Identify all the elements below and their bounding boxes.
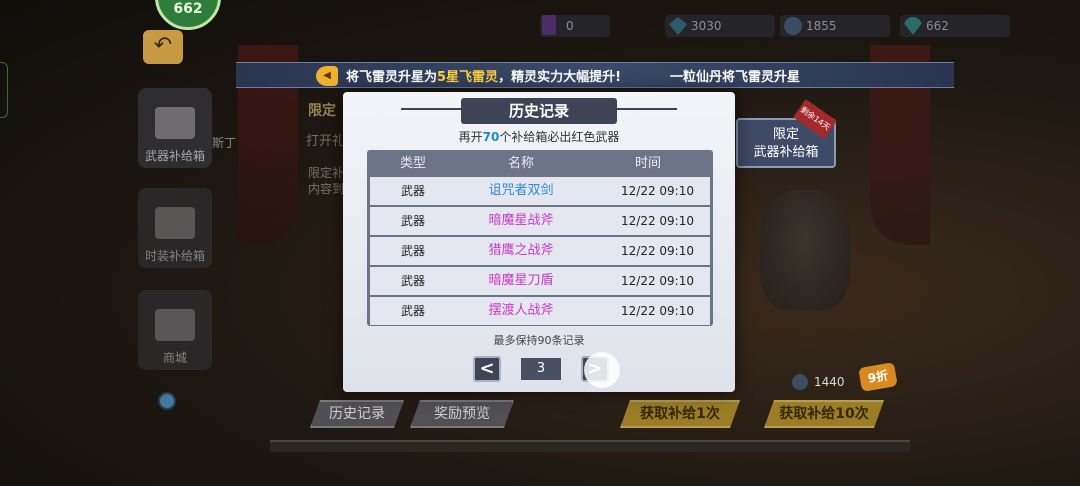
bg-subtitle: 打开礼 xyxy=(306,134,346,149)
header-decoration-left xyxy=(401,108,461,110)
announcement-banner: ◀ 将飞雷灵升星为5星飞雷灵，精灵实力大幅提升! 一粒仙丹将飞雷灵升星 xyxy=(236,62,954,88)
history-button[interactable]: 历史记录 xyxy=(310,400,404,428)
announcement-highlight: 5星飞雷灵 xyxy=(437,69,499,85)
cell-time: 12/22 09:10 xyxy=(621,244,694,258)
cell-type: 武器 xyxy=(400,184,425,198)
cell-time: 12/22 09:10 xyxy=(621,274,694,288)
table-row: 武器 诅咒者双剑 12/22 09:10 xyxy=(370,177,710,205)
cell-name: 诅咒者双剑 xyxy=(488,183,554,198)
cost-display: 1440 xyxy=(792,374,845,390)
column-header-type: 类型 xyxy=(399,156,426,171)
horn-icon: ◀ xyxy=(316,66,338,86)
resource-crystal-value: 3030 xyxy=(691,19,722,33)
draw-once-button[interactable]: 获取补给1次 xyxy=(620,400,740,428)
weapon-box-icon xyxy=(155,107,195,139)
bg-description: 限定补 内容到 xyxy=(308,165,344,197)
bg-title: 限定 xyxy=(308,103,336,119)
draw-ten-button[interactable]: 获取补给10次 xyxy=(764,400,884,428)
cost-value: 1440 xyxy=(814,375,845,389)
resource-cards-value: 0 xyxy=(566,19,574,33)
sidebar-item-shop[interactable]: 商城 xyxy=(138,290,212,370)
dragon-image xyxy=(760,190,850,310)
announcement-text: 将飞雷灵升星为5星飞雷灵，精灵实力大幅提升! xyxy=(346,66,621,85)
back-button[interactable]: ↶ xyxy=(143,30,183,64)
resource-crystal: 3030 xyxy=(665,15,775,37)
cell-type: 武器 xyxy=(400,304,425,318)
table-row: 武器 暗魔星战斧 12/22 09:10 xyxy=(370,207,710,235)
gem-icon xyxy=(904,17,922,35)
frame-bottom xyxy=(270,440,910,452)
resource-cards: 0 xyxy=(540,15,610,37)
cell-type: 武器 xyxy=(400,244,425,258)
sidebar-shop-label: 商城 xyxy=(162,351,187,365)
cell-time: 12/22 09:10 xyxy=(621,304,694,318)
limited-line2: 武器补给箱 xyxy=(753,145,819,160)
sidebar-fashion-label: 时装补给箱 xyxy=(144,249,205,263)
resource-coins: 1855 xyxy=(780,15,890,37)
page-number: 3 xyxy=(521,358,561,380)
table-header: 类型 名称 时间 xyxy=(370,153,710,175)
modal-title: 历史记录 xyxy=(461,98,617,124)
resource-gems: 662 xyxy=(900,15,1010,37)
touch-indicator xyxy=(584,352,620,388)
guarantee-prefix: 再开 xyxy=(458,130,483,144)
history-table: 类型 名称 时间 武器 诅咒者双剑 12/22 09:10 武器 暗魔星战斧 1… xyxy=(367,150,713,326)
crystal-icon xyxy=(669,17,687,35)
table-row: 武器 暗魔星刀盾 12/22 09:10 xyxy=(370,267,710,295)
reward-preview-button[interactable]: 奖励预览 xyxy=(410,400,514,428)
fashion-box-icon xyxy=(155,207,195,239)
coin-icon xyxy=(792,374,808,390)
announcement-part1: 将飞雷灵升星为 xyxy=(346,69,438,85)
resource-gems-value: 662 xyxy=(926,19,949,33)
announcement-part2: ，精灵实力大幅提升! xyxy=(498,69,621,85)
max-records-note: 最多保持90条记录 xyxy=(493,334,585,347)
sidebar-item-weapon-box[interactable]: 武器补给箱 xyxy=(138,88,212,168)
guarantee-text: 再开70个补给箱必出红色武器 xyxy=(343,128,735,145)
cell-time: 12/22 09:10 xyxy=(621,214,694,228)
bg-text-line2: 内容到 xyxy=(308,182,345,196)
cell-type: 武器 xyxy=(400,274,425,288)
sidebar-item-fashion-box[interactable]: 时装补给箱 xyxy=(138,188,212,268)
bg-text-line1: 限定补 xyxy=(308,166,345,180)
cell-name: 猎鹰之战斧 xyxy=(488,243,554,258)
cell-name: 暗魔星刀盾 xyxy=(488,273,554,288)
header-decoration-right xyxy=(617,108,677,110)
column-header-time: 时间 xyxy=(634,156,661,171)
table-row: 武器 摆渡人战斧 12/22 09:10 xyxy=(370,297,710,325)
bg-side-label: 斯丁 xyxy=(212,136,237,150)
coin-icon xyxy=(784,17,802,35)
resource-coins-value: 1855 xyxy=(806,19,837,33)
cell-name: 摆渡人战斧 xyxy=(488,303,554,318)
prev-page-button[interactable]: < xyxy=(473,356,501,382)
table-row: 武器 猎鹰之战斧 12/22 09:10 xyxy=(370,237,710,265)
card-icon xyxy=(542,15,556,35)
shop-icon xyxy=(155,309,195,341)
cell-name: 暗魔星战斧 xyxy=(488,213,554,228)
guarantee-suffix: 个补给箱必出红色武器 xyxy=(499,130,620,144)
column-header-name: 名称 xyxy=(507,156,534,171)
edge-tab xyxy=(0,62,8,118)
sidebar-weapon-label: 武器补给箱 xyxy=(144,149,205,163)
orb-icon xyxy=(158,392,176,410)
guarantee-count: 70 xyxy=(482,130,500,144)
history-modal: 历史记录 再开70个补给箱必出红色武器 类型 名称 时间 武器 诅咒者双剑 12… xyxy=(343,92,735,392)
cell-type: 武器 xyxy=(400,214,425,228)
announcement-right: 一粒仙丹将飞雷灵升星 xyxy=(670,69,801,85)
cell-time: 12/22 09:10 xyxy=(621,184,694,198)
